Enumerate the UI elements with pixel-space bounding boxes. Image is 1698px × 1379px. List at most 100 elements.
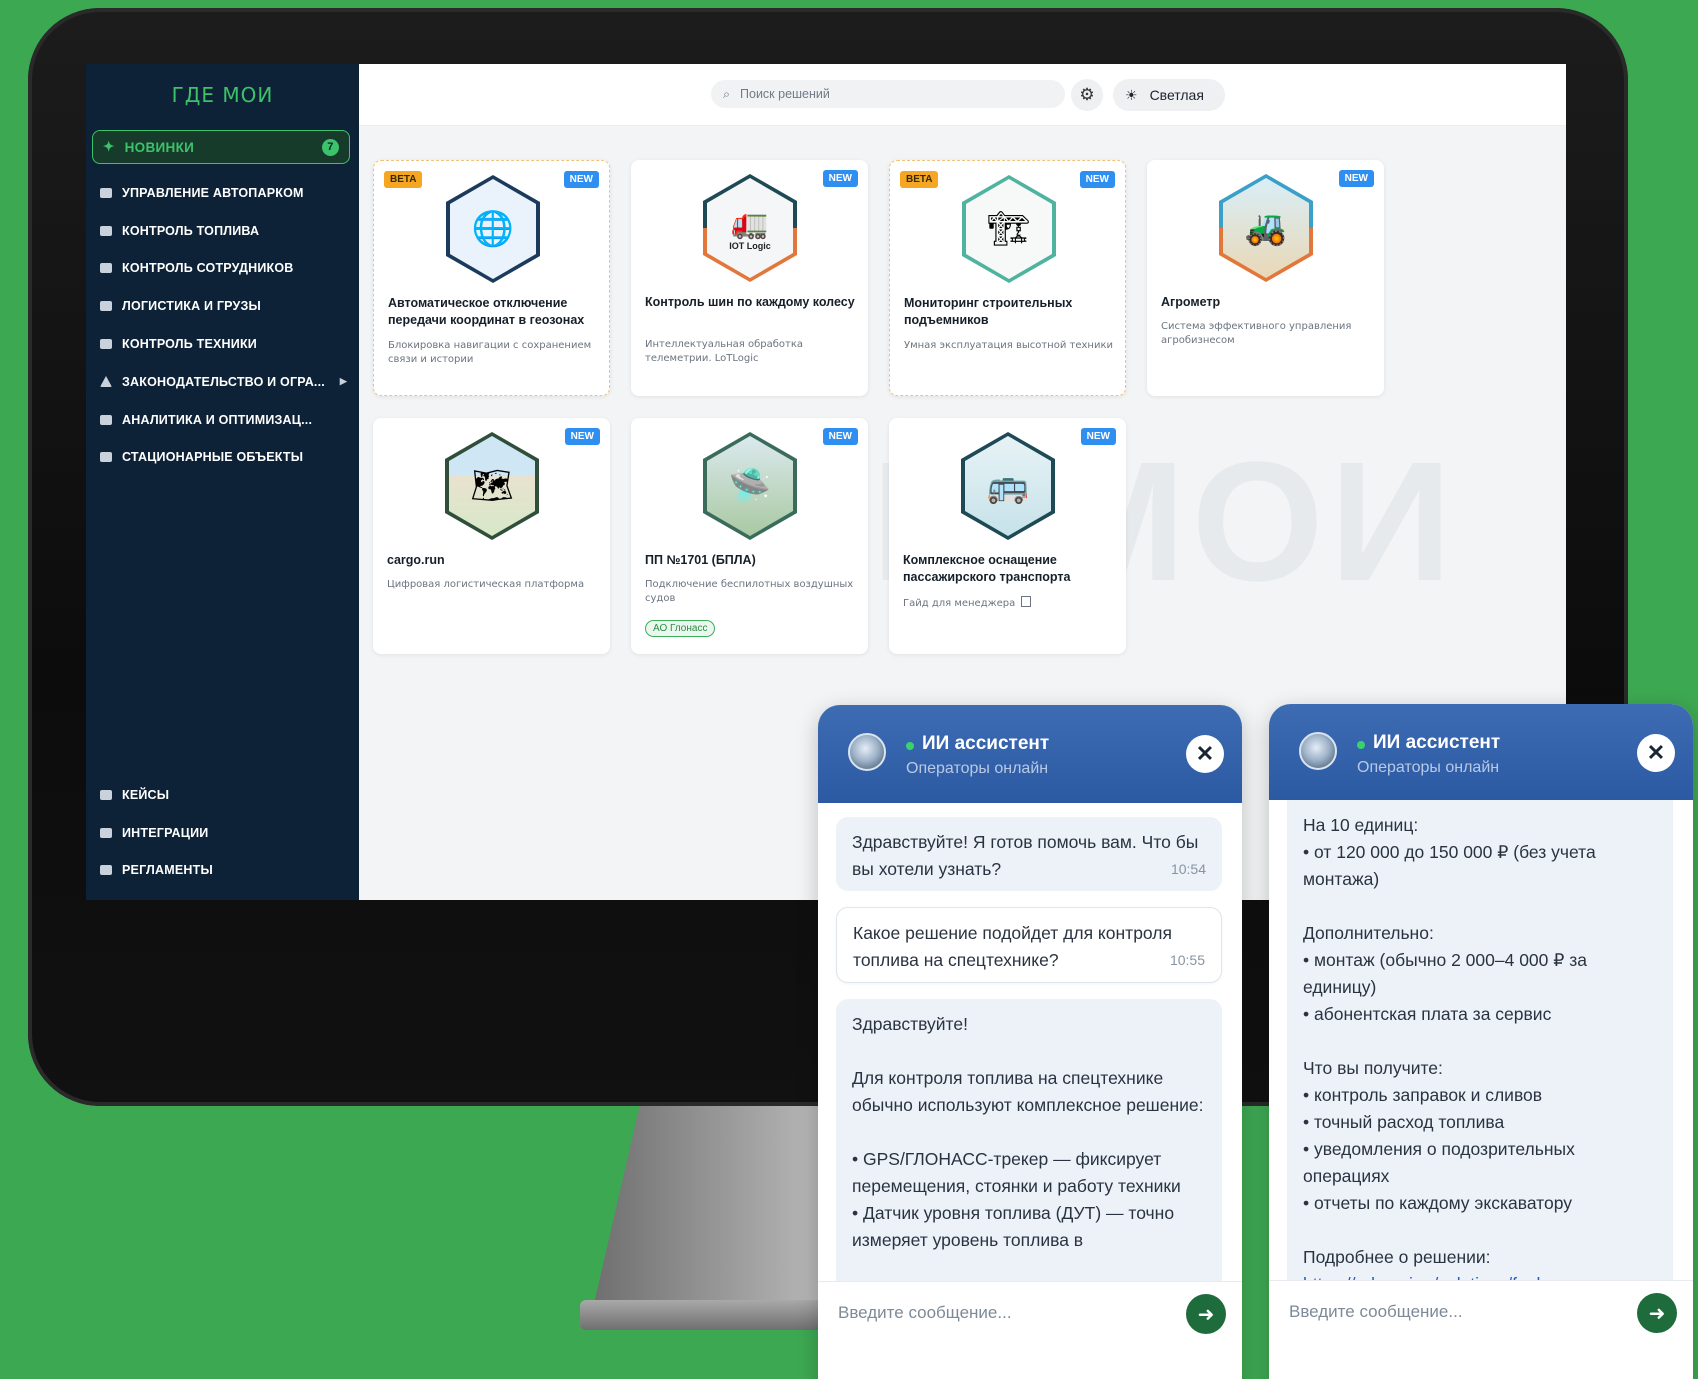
solution-link[interactable]: https://gdemoi.ru/solutions/fuel- [1303, 1271, 1657, 1280]
chat-input-row: ➜ [818, 1281, 1242, 1343]
send-button[interactable]: ➜ [1186, 1294, 1226, 1334]
bot-message-text: На 10 единиц: • от 120 000 до 150 000 ₽ … [1303, 815, 1596, 1267]
card-title: ПП №1701 (БПЛА) [645, 553, 756, 567]
settings-button[interactable]: ⚙ [1071, 79, 1103, 111]
arrow-right-icon: ➜ [1648, 1302, 1666, 1325]
sidebar-item-regulations[interactable]: РЕГЛАМЕНТЫ [86, 852, 359, 890]
solution-card[interactable]: NEW 🚛 IOT Logic Контроль шин по каждому … [631, 160, 868, 396]
sidebar-item-stationary[interactable]: СТАЦИОНАРНЫЕ ОБЪЕКТЫ [86, 439, 359, 477]
bar-chart-icon [100, 414, 112, 425]
bot-message: На 10 единиц: • от 120 000 до 150 000 ₽ … [1287, 800, 1673, 1280]
send-button[interactable]: ➜ [1637, 1293, 1677, 1333]
new-badge: NEW [1080, 428, 1116, 445]
sidebar-item-new[interactable]: ✦ НОВИНКИ 7 [92, 130, 350, 164]
sidebar-item-label: КОНТРОЛЬ ТОПЛИВА [122, 223, 260, 238]
new-badge: NEW [564, 428, 600, 445]
sidebar-item-label: ИНТЕГРАЦИИ [122, 825, 209, 840]
card-title: Комплексное оснащение пассажирского тран… [903, 553, 1071, 584]
solution-card[interactable]: NEW 🚌 Комплексное оснащение пассажирског… [889, 418, 1126, 654]
card-title: cargo.run [387, 553, 445, 567]
new-badge: NEW [563, 171, 599, 188]
chat-title: ИИ ассистент [1373, 732, 1501, 753]
chat-messages: На 10 единиц: • от 120 000 до 150 000 ₽ … [1269, 800, 1693, 1280]
document-icon [1021, 596, 1032, 607]
message-input[interactable] [1289, 1298, 1609, 1326]
search-input[interactable] [740, 87, 1031, 101]
harvester-icon: 🚜 [1219, 174, 1313, 282]
solution-card[interactable]: NEW 🛸 ПП №1701 (БПЛА) Подключение беспил… [631, 418, 868, 654]
solution-card[interactable]: BETA NEW 🌐 Автоматическое отключение пер… [373, 160, 610, 396]
gear-icon: ⚙ [1079, 85, 1095, 104]
search-box[interactable]: ⌕ [711, 80, 1065, 108]
new-badge: NEW [1079, 171, 1115, 188]
solution-card[interactable]: NEW 🗺 cargo.run Цифровая логистическая п… [373, 418, 610, 654]
card-title: Агрометр [1161, 295, 1221, 309]
building-icon: 🏗 [962, 175, 1056, 283]
sidebar-item-legislation[interactable]: ЗАКОНОДАТЕЛЬСТВО И ОГРА... ▶ [86, 363, 359, 401]
solution-card[interactable]: BETA NEW 🏗 Мониторинг строительных подъе… [889, 160, 1126, 396]
sidebar: ГДЕ МОИ ✦ НОВИНКИ 7 УПРАВЛЕНИЕ АВТОПАРКО… [86, 64, 359, 900]
avatar [1299, 732, 1337, 770]
sidebar-item-label: ЗАКОНОДАТЕЛЬСТВО И ОГРА... [122, 374, 325, 389]
bus-icon: 🚌 [961, 432, 1055, 540]
sidebar-item-cases[interactable]: КЕЙСЫ [86, 776, 359, 814]
sidebar-item-label: АНАЛИТИКА И ОПТИМИЗАЦ... [122, 412, 313, 427]
sidebar-item-analytics[interactable]: АНАЛИТИКА И ОПТИМИЗАЦ... [86, 401, 359, 439]
iot-logic-caption: IOT Logic [729, 240, 771, 251]
sidebar-item-fuel[interactable]: КОНТРОЛЬ ТОПЛИВА [86, 212, 359, 250]
sidebar-item-machinery[interactable]: КОНТРОЛЬ ТЕХНИКИ [86, 325, 359, 363]
solution-card[interactable]: NEW 🚜 Агрометр Система эффективного упра… [1147, 160, 1384, 396]
card-description: Интеллектуальная обработка телеметрии. L… [645, 339, 804, 364]
card-description: Умная эксплуатация высотной техники [904, 340, 1113, 351]
close-button[interactable]: ✕ [1637, 734, 1675, 772]
warning-icon [100, 376, 112, 388]
card-description: Цифровая логистическая платформа [387, 579, 585, 590]
beta-badge: BETA [384, 171, 423, 188]
sidebar-bottom: КЕЙСЫ ИНТЕГРАЦИИ РЕГЛАМЕНТЫ [86, 776, 359, 889]
close-icon: ✕ [1646, 740, 1666, 765]
sidebar-item-integrations[interactable]: ИНТЕГРАЦИИ [86, 814, 359, 852]
sidebar-item-label: СТАЦИОНАРНЫЕ ОБЪЕКТЫ [122, 450, 304, 465]
sparkle-icon: ✦ [103, 139, 115, 154]
chat-header: ИИ ассистент Операторы онлайн ✕ [818, 705, 1242, 803]
chat-widget-left: ИИ ассистент Операторы онлайн ✕ Здравств… [818, 705, 1242, 1379]
chat-title: ИИ ассистент [922, 733, 1050, 754]
sidebar-item-logistics[interactable]: ЛОГИСТИКА И ГРУЗЫ [86, 287, 359, 325]
card-description: Гайд для менеджера [903, 596, 1113, 611]
logo[interactable]: ГДЕ МОИ [86, 64, 359, 126]
new-badge: NEW [822, 428, 858, 445]
bot-message: Здравствуйте! Для контроля топлива на сп… [836, 999, 1222, 1281]
new-count-badge: 7 [322, 138, 339, 156]
beta-badge: BETA [900, 171, 939, 188]
card-description: Система эффективного управления агробизн… [1161, 321, 1352, 346]
logo-text: ГДЕ МОИ [171, 83, 274, 107]
close-button[interactable]: ✕ [1186, 735, 1224, 773]
online-indicator [906, 742, 914, 750]
message-time: 10:55 [1169, 952, 1205, 968]
partner-tag[interactable]: АО Глонасс [645, 620, 716, 637]
message-input[interactable] [838, 1299, 1158, 1327]
theme-toggle-button[interactable]: ☀ Светлая [1113, 79, 1225, 111]
building-icon [100, 452, 112, 463]
briefcase-icon [100, 789, 112, 800]
sidebar-item-fleet[interactable]: УПРАВЛЕНИЕ АВТОПАРКОМ [86, 174, 359, 212]
avatar [848, 733, 886, 771]
user-message: Какое решение подойдет для контроля топл… [836, 907, 1222, 983]
chat-header: ИИ ассистент Операторы онлайн ✕ [1269, 704, 1693, 800]
message-time: 10:54 [1170, 861, 1206, 877]
chat-input-row: ➜ [1269, 1280, 1693, 1342]
chat-widget-right: ИИ ассистент Операторы онлайн ✕ На 10 ед… [1269, 704, 1693, 1379]
car-icon [100, 187, 112, 198]
link-icon [100, 827, 112, 838]
sidebar-item-employees[interactable]: КОНТРОЛЬ СОТРУДНИКОВ [86, 250, 359, 288]
card-title: Контроль шин по каждому колесу [645, 295, 855, 309]
bot-message: Здравствуйте! Я готов помочь вам. Что бы… [836, 817, 1222, 891]
globe-icon: 🌐 [446, 175, 540, 283]
card-title: Мониторинг строительных подъемников [904, 296, 1073, 327]
sidebar-item-label: УПРАВЛЕНИЕ АВТОПАРКОМ [122, 185, 304, 200]
chat-subtitle: Операторы онлайн [906, 760, 1049, 777]
search-icon: ⌕ [723, 86, 731, 101]
arrow-right-icon: ➜ [1197, 1303, 1215, 1326]
machinery-icon [100, 339, 112, 350]
fuel-icon [100, 225, 112, 236]
